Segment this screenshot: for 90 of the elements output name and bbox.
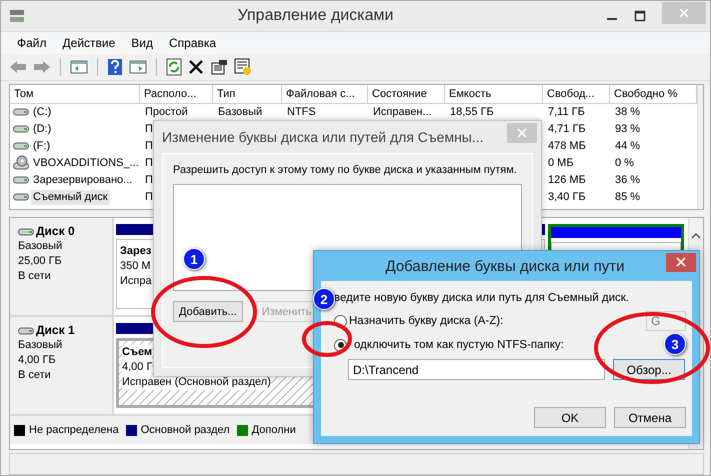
table-cell-text: 478 МБ	[547, 138, 587, 154]
add-button[interactable]: Добавить...	[173, 301, 243, 322]
drive-icon	[13, 175, 29, 186]
table-cell-text: 38 %	[614, 104, 642, 120]
table-cell-text: 93 %	[614, 122, 642, 137]
disk-status: В сети	[18, 368, 52, 384]
table-cell[interactable]: (F:)	[31, 138, 52, 154]
table-cell[interactable]: (C:)	[31, 104, 54, 120]
window-title: Управление дисками	[236, 6, 394, 25]
table-cell[interactable]: (D:)	[31, 122, 54, 137]
dialog-title: Добавление буквы диска или пути	[384, 258, 626, 274]
close-icon	[679, 8, 689, 18]
partition-text: Съем	[122, 345, 152, 360]
menu-item[interactable]: Файл	[9, 36, 55, 50]
table-cell-text: 36 %	[614, 172, 642, 188]
wizard-icon[interactable]	[234, 58, 252, 76]
table-cell-text: П	[144, 122, 154, 137]
browse-button[interactable]: Обзор...	[613, 359, 685, 380]
column-header[interactable]: Файловая с...	[282, 84, 368, 103]
delete-icon[interactable]	[188, 58, 204, 75]
disk-size: 25,00 ГБ	[18, 254, 63, 270]
table-cell-text: 0 %	[614, 156, 635, 171]
scroll-up-icon[interactable]	[691, 232, 701, 240]
table-cell-text: 4,71 ГБ	[547, 122, 587, 137]
menu-item[interactable]: Справка	[161, 36, 224, 50]
ok-button[interactable]: OK	[534, 407, 606, 428]
table-cell-text: 44 %	[614, 138, 642, 154]
drive-icon	[18, 326, 34, 336]
highlight-ellipse	[302, 321, 352, 357]
table-cell-text: Исправен...	[372, 104, 433, 120]
hide-pane-icon[interactable]	[129, 58, 147, 75]
table-cell-text: 0 МБ	[547, 156, 575, 171]
disk-status: В сети	[18, 269, 52, 284]
column-header[interactable]: Состояние	[368, 84, 445, 103]
disk-management-icon	[9, 8, 25, 24]
maximize-icon[interactable]	[634, 10, 646, 22]
cd-drive-icon	[13, 155, 29, 172]
legend-label: Не распределена	[29, 424, 119, 436]
radio-label[interactable]: одключить том как пустую NTFS-папку:	[354, 339, 564, 351]
table-cell[interactable]: VBOXADDITIONS_...	[31, 156, 140, 171]
scrollbar[interactable]	[697, 84, 703, 210]
radio-label[interactable]: Назначить букву диска (A-Z):	[349, 315, 504, 327]
table-cell-text: Простой	[144, 104, 189, 120]
table-cell[interactable]: Зарезервировано...	[31, 172, 134, 188]
drive-icon	[18, 226, 34, 237]
cancel-button[interactable]: Отмена	[614, 407, 686, 428]
drive-icon	[13, 124, 29, 134]
disk-name: Диск 1	[36, 323, 75, 338]
menu-item[interactable]: Вид	[123, 36, 161, 50]
close-icon	[517, 128, 527, 138]
table-cell-text: П	[144, 172, 154, 188]
table-cell-text: Базовый	[217, 104, 264, 120]
menu-item[interactable]: Действие	[54, 36, 124, 50]
table-cell[interactable]: Съемный диск	[31, 190, 110, 205]
disk-type: Базовый	[18, 239, 64, 254]
dialog-title: Изменение буквы диска или путей для Съемны...	[162, 129, 485, 145]
folder-path-field[interactable]: D:\Trancend	[348, 359, 605, 380]
column-header[interactable]: Свобод...	[543, 84, 610, 103]
partition-text: 4,00 Г	[122, 360, 152, 376]
disk-size: 4,00 ГБ	[18, 353, 57, 368]
drive-icon	[13, 192, 29, 202]
partition-text: Испра	[120, 274, 152, 290]
table-cell-text: П	[144, 138, 154, 154]
table-cell-text: NTFS	[286, 104, 317, 120]
properties-icon[interactable]	[210, 58, 228, 75]
legend-label: Основной раздел	[140, 424, 230, 436]
table-cell-text: П	[144, 156, 154, 171]
column-header[interactable]: Емкость	[445, 84, 543, 103]
legend-label: Дополни	[252, 424, 296, 436]
table-cell-text: П	[144, 190, 154, 205]
close-button[interactable]	[666, 252, 696, 272]
close-icon	[676, 257, 686, 267]
disk-name: Диск 0	[36, 224, 75, 240]
column-header[interactable]: Том	[10, 84, 140, 103]
table-cell-text: 126 МБ	[547, 172, 587, 188]
table-cell-text: 7,11 ГБ	[547, 104, 586, 120]
column-header[interactable]: Располо...	[140, 84, 213, 103]
table-cell-text: 85 %	[614, 190, 642, 205]
column-header[interactable]: Тип	[213, 84, 282, 103]
show-pane-icon[interactable]	[70, 58, 88, 75]
refresh-icon[interactable]	[166, 58, 182, 76]
table-cell-text: 3,40 ГБ	[547, 190, 587, 205]
table-cell-text: 18,55 ГБ	[449, 104, 495, 120]
drive-icon	[13, 141, 29, 152]
partition-text: Зарез	[120, 244, 152, 260]
dialog-prompt: ведите новую букву диска или путь для Съемный диск.	[334, 292, 630, 306]
drive-icon	[13, 107, 29, 118]
help-icon[interactable]	[107, 58, 123, 76]
dialog-prompt: Разрешить доступ к этому тому по букве диска и указанным путям.	[173, 164, 518, 176]
disk-type: Базовый	[18, 338, 64, 354]
